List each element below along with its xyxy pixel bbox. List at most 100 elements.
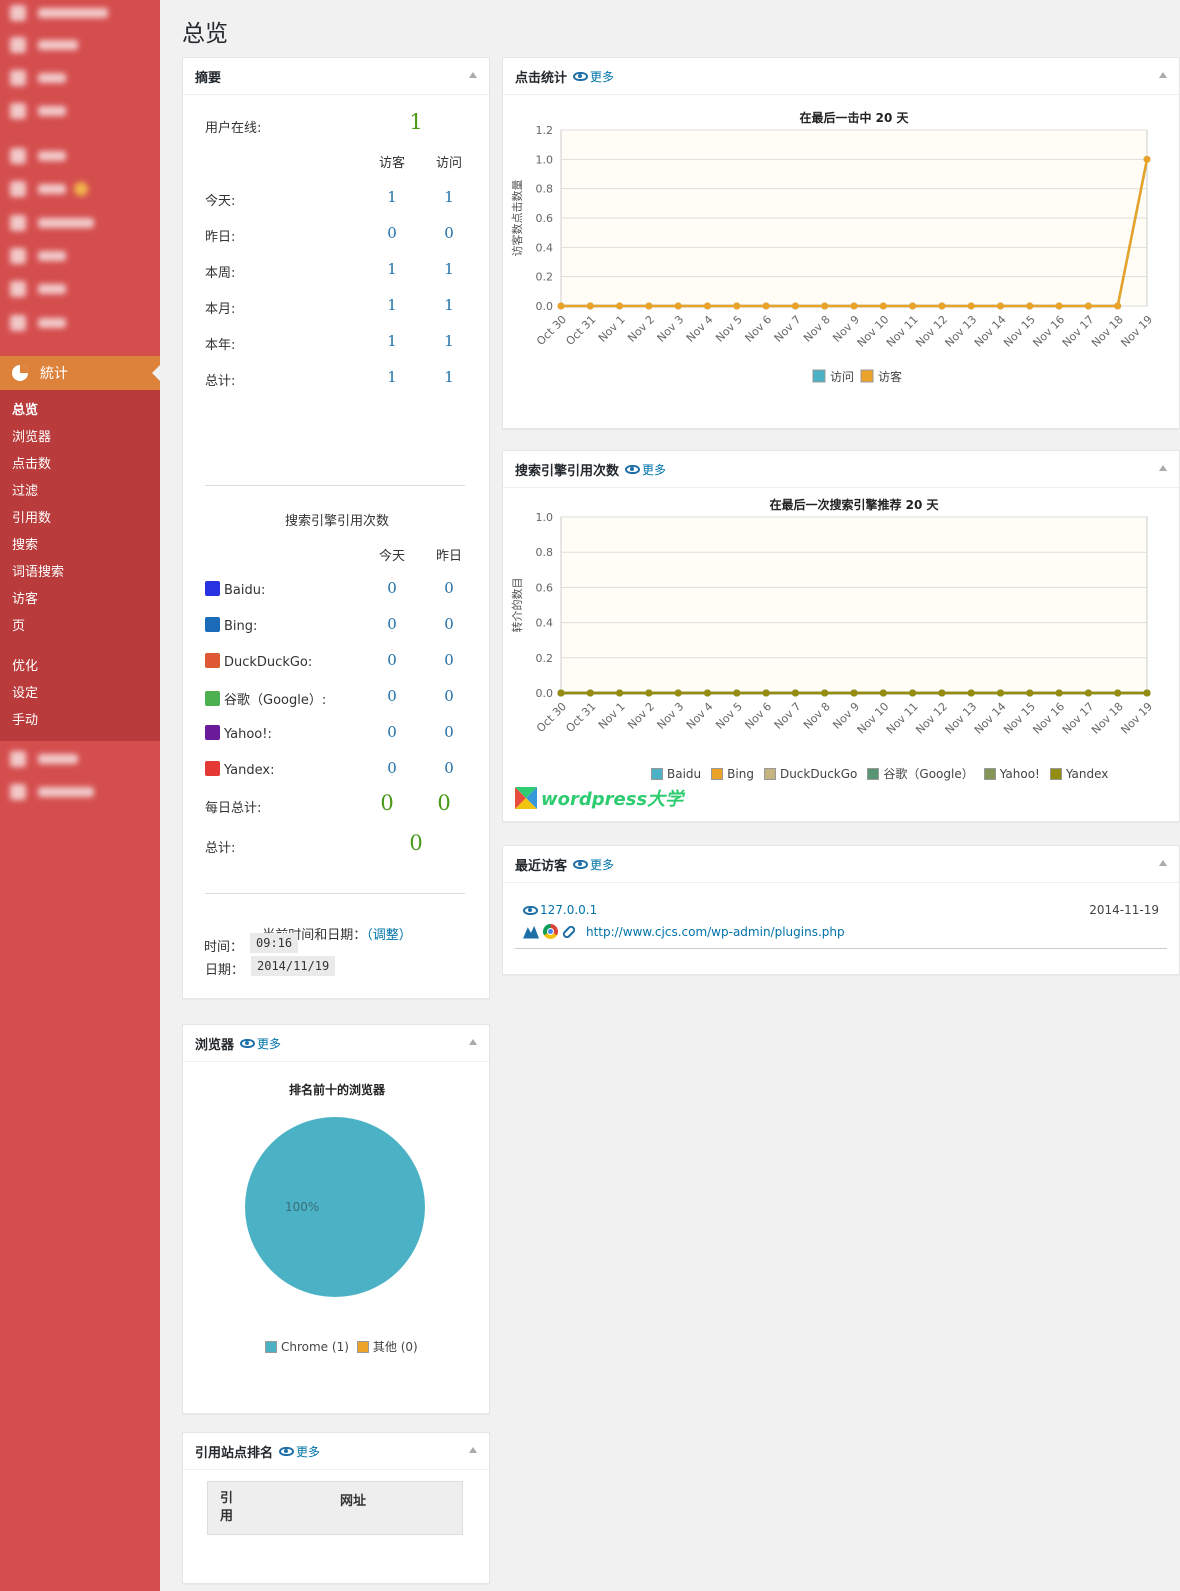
blurred-menu-item[interactable] [10, 147, 66, 165]
legend-chrome: Chrome (1) [281, 1339, 349, 1354]
submenu-settings[interactable]: 设定 [0, 683, 160, 710]
engine-today[interactable]: 0 [377, 651, 407, 669]
legend-swatch [867, 767, 880, 780]
summary-row-visits[interactable]: 1 [434, 368, 464, 386]
blurred-menu-item[interactable] [10, 280, 66, 298]
engine-today[interactable]: 0 [377, 615, 407, 633]
engine-yesterday[interactable]: 0 [434, 759, 464, 777]
blurred-menu-item[interactable] [10, 783, 94, 801]
engine-today[interactable]: 0 [377, 687, 407, 705]
collapse-arrow-icon[interactable] [1159, 860, 1167, 866]
date-label: 日期： [205, 963, 245, 978]
x-tick-label: Oct 31 [563, 700, 598, 735]
recent-more-link[interactable]: 更多 [573, 856, 614, 873]
referrers-more-link[interactable]: 更多 [279, 1443, 320, 1460]
browser-pie-chart: 100% [245, 1117, 425, 1297]
current-menu-notch [152, 365, 160, 381]
x-tick-label: Oct 31 [563, 313, 598, 348]
collapse-arrow-icon[interactable] [1159, 465, 1167, 471]
y-tick-label: 0.2 [536, 271, 554, 284]
submenu-overview[interactable]: 总览 [0, 400, 160, 427]
summary-row-visits[interactable]: 1 [434, 296, 464, 314]
summary-row-visitors[interactable]: 1 [377, 296, 407, 314]
data-point [879, 689, 887, 697]
hits-more-link[interactable]: 更多 [573, 68, 614, 85]
plot-area [560, 516, 1148, 694]
x-tick-label: Oct 30 [534, 313, 569, 348]
summary-row-visits[interactable]: 1 [434, 332, 464, 350]
engine-today[interactable]: 0 [377, 723, 407, 741]
summary-row-visitors[interactable]: 1 [377, 332, 407, 350]
collapse-arrow-icon[interactable] [469, 1447, 477, 1453]
engine-yesterday[interactable]: 0 [434, 651, 464, 669]
submenu-optimize[interactable]: 优化 [0, 656, 160, 683]
engine-yesterday[interactable]: 0 [434, 579, 464, 597]
summary-row-visits[interactable]: 1 [434, 188, 464, 206]
col-refs: 引用 [220, 1491, 234, 1524]
submenu-referrers[interactable]: 引用数 [0, 508, 160, 535]
blurred-menu-item[interactable] [10, 180, 88, 198]
submenu-browsers[interactable]: 浏览器 [0, 427, 160, 454]
collapse-arrow-icon[interactable] [1159, 72, 1167, 78]
blurred-menu-item[interactable] [10, 214, 94, 232]
collapse-arrow-icon[interactable] [469, 1039, 477, 1045]
summary-row-visitors[interactable]: 1 [377, 368, 407, 386]
search-line-chart: 在最后一次搜索引擎推荐 20 天 0.0 0.2 0.4 0.6 0.8 1.0 Oct 30… [510, 497, 1155, 737]
blurred-menu-item[interactable] [10, 750, 78, 768]
referrers-header[interactable]: 引用站点排名 更多 [183, 1433, 489, 1470]
total-label: 总计: [205, 841, 236, 856]
browsers-header[interactable]: 浏览器 更多 [183, 1025, 489, 1062]
blurred-menu-item[interactable] [10, 69, 66, 87]
search-more-link[interactable]: 更多 [625, 461, 666, 478]
menu-statistics[interactable]: 統计 [0, 356, 160, 390]
submenu-visitors[interactable]: 访客 [0, 589, 160, 616]
summary-row-visits[interactable]: 1 [434, 260, 464, 278]
recent-header[interactable]: 最近访客 更多 [503, 846, 1179, 883]
adjust-link[interactable]: （调整） [366, 928, 412, 943]
engine-today[interactable]: 0 [377, 579, 407, 597]
link-icon[interactable] [561, 923, 577, 940]
data-point [733, 689, 741, 697]
data-point [1143, 155, 1151, 163]
data-point [879, 302, 887, 310]
visitor-url[interactable]: http://www.cjcs.com/wp-admin/plugins.php [586, 925, 845, 939]
search-chart-header[interactable]: 搜索引擎引用次数 更多 [503, 451, 1179, 488]
collapse-arrow-icon[interactable] [469, 72, 477, 78]
blurred-menu-item[interactable] [10, 4, 108, 22]
submenu-pages[interactable]: 页 [0, 616, 160, 643]
referrers-title: 引用站点排名 [195, 1445, 274, 1461]
summary-row-visitors[interactable]: 0 [377, 224, 407, 242]
map-icon[interactable] [523, 925, 539, 939]
engine-yesterday[interactable]: 0 [434, 723, 464, 741]
blurred-menu-item[interactable] [10, 36, 78, 54]
engine-row: Bing: [205, 617, 257, 634]
blurred-menu-item[interactable] [10, 247, 66, 265]
summary-row-visits[interactable]: 0 [434, 224, 464, 242]
submenu-search-words[interactable]: 词语搜索 [0, 562, 160, 589]
submenu-manual[interactable]: 手动 [0, 710, 160, 737]
more-label: 更多 [590, 857, 615, 872]
engine-yesterday[interactable]: 0 [434, 687, 464, 705]
y-tick-label: 0.0 [536, 687, 554, 700]
submenu-searches[interactable]: 搜索 [0, 535, 160, 562]
y-tick-label: 0.2 [536, 652, 554, 665]
summary-row-visitors[interactable]: 1 [377, 260, 407, 278]
summary-header[interactable]: 摘要 [183, 58, 489, 95]
data-point [616, 302, 624, 310]
hits-header[interactable]: 点击统计 更多 [503, 58, 1179, 95]
blurred-menu-item[interactable] [10, 314, 66, 332]
visitor-ip-link[interactable]: 127.0.0.1 [523, 903, 597, 917]
x-tick-label: Nov 3 [655, 700, 687, 732]
data-point [674, 302, 682, 310]
submenu-filter[interactable]: 过滤 [0, 481, 160, 508]
submenu-hits[interactable]: 点击数 [0, 454, 160, 481]
users-online-value[interactable]: 1 [401, 110, 431, 134]
data-point [938, 689, 946, 697]
engine-today[interactable]: 0 [377, 759, 407, 777]
summary-row-visitors[interactable]: 1 [377, 188, 407, 206]
chart-title: 在最后一击中 20 天 [799, 110, 909, 125]
blurred-menu-item[interactable] [10, 102, 66, 120]
engine-yesterday[interactable]: 0 [434, 615, 464, 633]
hits-title: 点击统计 [515, 70, 568, 86]
browsers-more-link[interactable]: 更多 [240, 1035, 281, 1052]
